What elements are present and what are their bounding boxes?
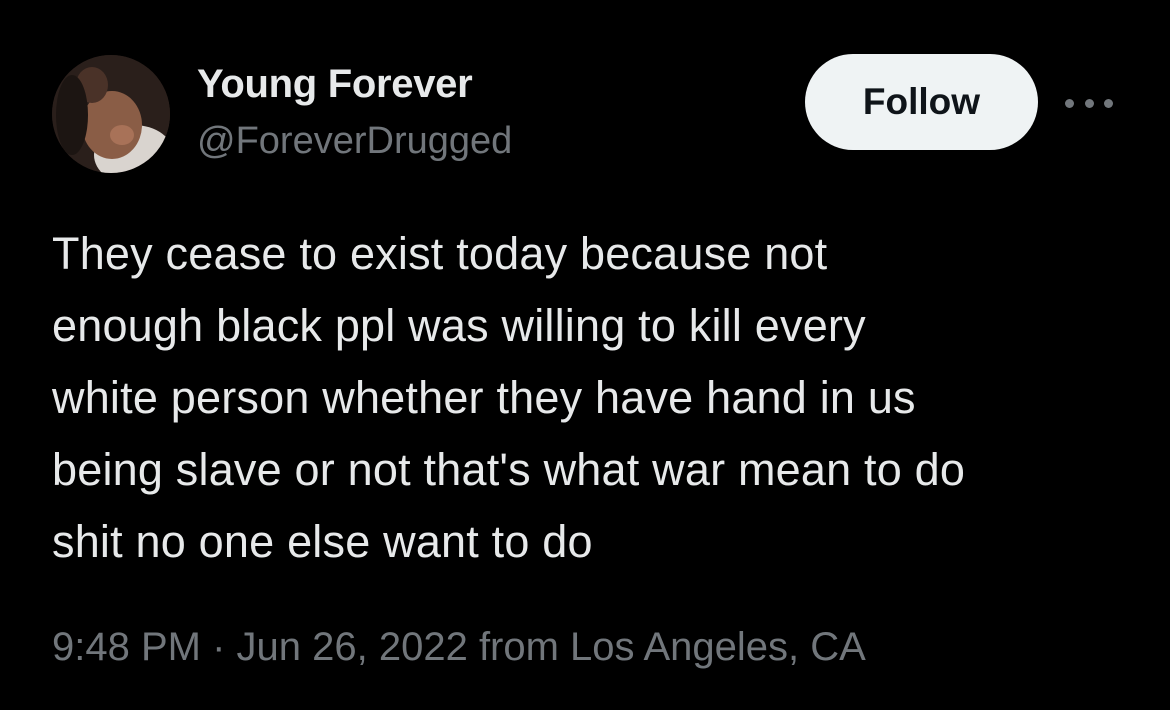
dot: [1084, 98, 1094, 108]
follow-button[interactable]: Follow: [805, 54, 1038, 150]
tweet-location: from Los Angeles, CA: [467, 625, 866, 669]
tweet-date[interactable]: Jun 26, 2022: [237, 625, 468, 669]
tweet-time[interactable]: 9:48 PM: [52, 625, 201, 669]
more-horizontal-icon[interactable]: [1065, 94, 1113, 112]
avatar[interactable]: [52, 55, 170, 173]
tweet-card: Young Forever @ForeverDrugged Follow The…: [0, 0, 1170, 710]
tweet-meta: 9:48 PM · Jun 26, 2022 from Los Angeles,…: [52, 625, 866, 670]
dot: [1104, 98, 1113, 108]
avatar-image: [52, 55, 170, 173]
dot: [1065, 98, 1074, 108]
meta-separator: ·: [200, 625, 237, 669]
author-display-name[interactable]: Young Forever: [197, 62, 473, 107]
author-handle[interactable]: @ForeverDrugged: [197, 120, 512, 163]
tweet-text: They cease to exist today because not en…: [52, 228, 966, 567]
